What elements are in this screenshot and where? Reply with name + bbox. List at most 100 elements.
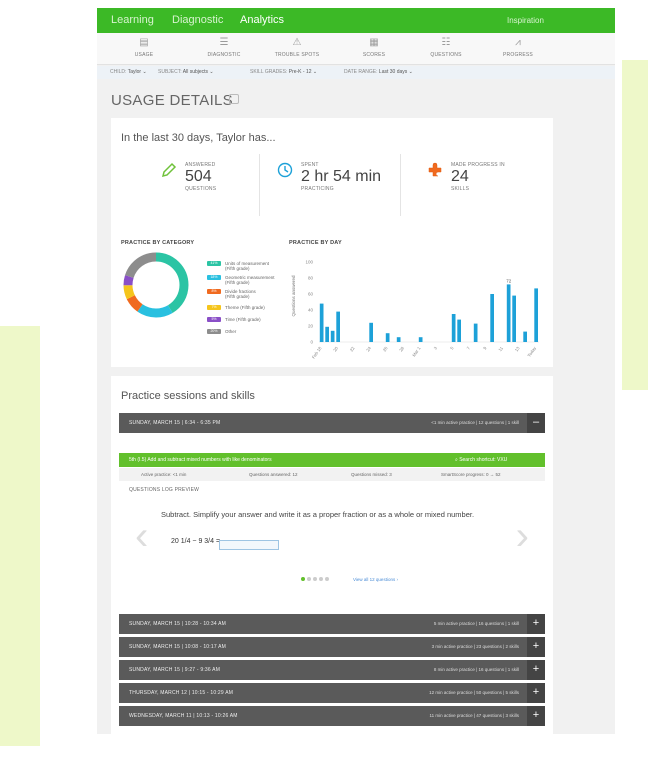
- legend-percent-pill: 20%: [207, 329, 221, 334]
- legend-item: 41% Units of measurement (Fifth grade): [207, 261, 297, 271]
- nav-inspiration[interactable]: Inspiration: [507, 16, 544, 25]
- collapse-button[interactable]: –: [527, 413, 545, 433]
- day-bar[interactable]: [369, 322, 373, 342]
- day-bar[interactable]: [418, 337, 423, 342]
- answer-input[interactable]: [219, 540, 279, 550]
- next-arrow-icon[interactable]: ›: [516, 516, 529, 556]
- legend-item: 18% Geometric measurement (Fifth grade): [207, 275, 297, 285]
- expand-button[interactable]: +: [527, 660, 545, 680]
- day-bar[interactable]: [512, 295, 516, 342]
- x-tick-label: 26: [382, 345, 389, 352]
- day-bar[interactable]: [336, 311, 340, 342]
- legend-label: Other: [225, 329, 237, 334]
- child-filter[interactable]: CHILD: Taylor ⌄: [110, 69, 147, 75]
- print-icon[interactable]: [229, 94, 239, 104]
- legend-item: 7% Theme (Fifth grade): [207, 305, 297, 315]
- question-expression: 20 1/4 − 9 3/4 =: [171, 538, 221, 545]
- day-bar[interactable]: [325, 326, 329, 342]
- y-tick-label: 100: [305, 260, 313, 265]
- progress-icon: ⩘: [515, 37, 521, 48]
- session-date: WEDNESDAY, MARCH 11 | 10:13 - 10:26 AM: [129, 713, 238, 719]
- session-row[interactable]: THURSDAY, MARCH 12 | 10:15 - 10:29 AM 12 …: [119, 683, 545, 703]
- expand-button[interactable]: +: [527, 614, 545, 634]
- day-bar[interactable]: [396, 337, 401, 342]
- page: Learning Diagnostic Analytics Inspiratio…: [0, 0, 648, 762]
- skill-bar: 5th (I.5) Add and subtract mixed numbers…: [119, 453, 545, 467]
- session-date: THURSDAY, MARCH 12 | 10:15 - 10:29 AM: [129, 690, 234, 696]
- pencil-icon: [161, 162, 177, 178]
- subnav-diagnostic[interactable]: ☰ DIAGNOSTIC: [189, 36, 259, 58]
- x-tick-label: 7: [466, 345, 472, 350]
- legend-percent-pill: 41%: [207, 261, 221, 266]
- page-dot[interactable]: [319, 577, 323, 581]
- skill-name-link[interactable]: 5th (I.5) Add and subtract mixed numbers…: [129, 457, 272, 463]
- session-row[interactable]: SUNDAY, MARCH 15 | 9:27 - 9:36 AM 8 min a…: [119, 660, 545, 680]
- legend-percent-pill: 8%: [207, 289, 221, 294]
- questions-log-label: QUESTIONS LOG PREVIEW: [129, 487, 200, 493]
- scores-icon: ▦: [369, 37, 379, 48]
- day-bar[interactable]: [506, 284, 511, 342]
- day-bar[interactable]: [473, 323, 478, 342]
- x-tick-label: 9: [482, 345, 488, 350]
- x-tick-label: 5: [449, 345, 455, 350]
- chart-title: PRACTICE BY DAY: [289, 240, 342, 246]
- legend-percent-pill: 18%: [207, 275, 221, 280]
- day-bar[interactable]: [319, 303, 324, 342]
- stat-divider: [259, 154, 260, 216]
- sessions-heading: Practice sessions and skills: [121, 390, 255, 402]
- legend-item: 20% Other: [207, 329, 297, 339]
- legend-percent-pill: 5%: [207, 317, 221, 322]
- nav-analytics[interactable]: Analytics: [240, 14, 284, 26]
- session-row-expanded[interactable]: SUNDAY, MARCH 15 | 6:34 - 6:35 PM <1 min…: [119, 413, 545, 433]
- y-tick-label: 20: [308, 324, 314, 329]
- subnav-progress[interactable]: ⩘ PROGRESS: [483, 36, 553, 58]
- legend-percent-pill: 7%: [207, 305, 221, 310]
- day-bar[interactable]: [490, 294, 494, 342]
- session-row[interactable]: SUNDAY, MARCH 15 | 10:08 - 10:17 AM 3 min…: [119, 637, 545, 657]
- session-date: SUNDAY, MARCH 15 | 10:28 - 10:34 AM: [129, 621, 227, 627]
- subnav-usage[interactable]: ▤ USAGE: [109, 36, 179, 58]
- y-tick-label: 80: [308, 276, 314, 281]
- skill-grades-filter[interactable]: SKILL GRADES: Pre-K - 12 ⌄: [250, 69, 317, 75]
- subject-filter[interactable]: SUBJECT: All subjects ⌄: [158, 69, 214, 75]
- subnav-questions[interactable]: ☷ QUESTIONS: [411, 36, 481, 58]
- page-dot-active[interactable]: [301, 577, 305, 581]
- page-dot[interactable]: [313, 577, 317, 581]
- view-all-questions-link[interactable]: View all 12 questions ›: [353, 577, 398, 582]
- session-meta: 3 min active practice | 23 questions | 2…: [431, 644, 519, 649]
- session-date: SUNDAY, MARCH 15 | 9:27 - 9:36 AM: [129, 667, 221, 673]
- page-dot[interactable]: [325, 577, 329, 581]
- nav-learning[interactable]: Learning: [111, 14, 154, 26]
- page-dot[interactable]: [307, 577, 311, 581]
- subnav-trouble-spots[interactable]: ⚠ TROUBLE SPOTS: [262, 36, 332, 58]
- previous-arrow-icon[interactable]: ‹: [135, 516, 148, 556]
- legend-label: Time (Fifth grade): [225, 317, 261, 322]
- clock-icon: [277, 162, 293, 178]
- day-bar[interactable]: [451, 314, 456, 342]
- day-bar[interactable]: [457, 319, 461, 342]
- search-shortcut[interactable]: ⌕ Search shortcut: VXU: [455, 457, 507, 463]
- session-stats-row: Active practice: <1 min Questions answer…: [119, 468, 545, 481]
- day-bar[interactable]: [523, 331, 527, 342]
- day-bar[interactable]: [385, 333, 390, 342]
- nav-diagnostic[interactable]: Diagnostic: [172, 14, 223, 26]
- x-tick-label: Today: [526, 345, 537, 358]
- analytics-subnav: ▤ USAGE ☰ DIAGNOSTIC ⚠ TROUBLE SPOTS ▦ S…: [97, 33, 615, 65]
- x-tick-label: 22: [349, 345, 356, 352]
- expand-button[interactable]: +: [527, 637, 545, 657]
- expand-button[interactable]: +: [527, 683, 545, 703]
- top-navigation: Learning Diagnostic Analytics Inspiratio…: [97, 8, 615, 33]
- session-row[interactable]: SUNDAY, MARCH 15 | 10:28 - 10:34 AM 5 min…: [119, 614, 545, 634]
- right-background-panel: [622, 60, 648, 390]
- day-bar[interactable]: [534, 288, 538, 342]
- subnav-scores[interactable]: ▦ SCORES: [339, 36, 409, 58]
- legend-label: Units of measurement (Fifth grade): [225, 261, 270, 271]
- session-row[interactable]: WEDNESDAY, MARCH 11 | 10:13 - 10:26 AM 11…: [119, 706, 545, 726]
- expand-button[interactable]: +: [527, 706, 545, 726]
- summary-heading: In the last 30 days, Taylor has...: [121, 132, 276, 144]
- page-title: USAGE DETAILS: [111, 92, 233, 109]
- date-range-filter[interactable]: DATE RANGE: Last 30 days ⌄: [344, 69, 413, 75]
- legend-label: Theme (Fifth grade): [225, 305, 265, 310]
- legend-item: 5% Time (Fifth grade): [207, 317, 297, 327]
- day-bar[interactable]: [330, 330, 335, 342]
